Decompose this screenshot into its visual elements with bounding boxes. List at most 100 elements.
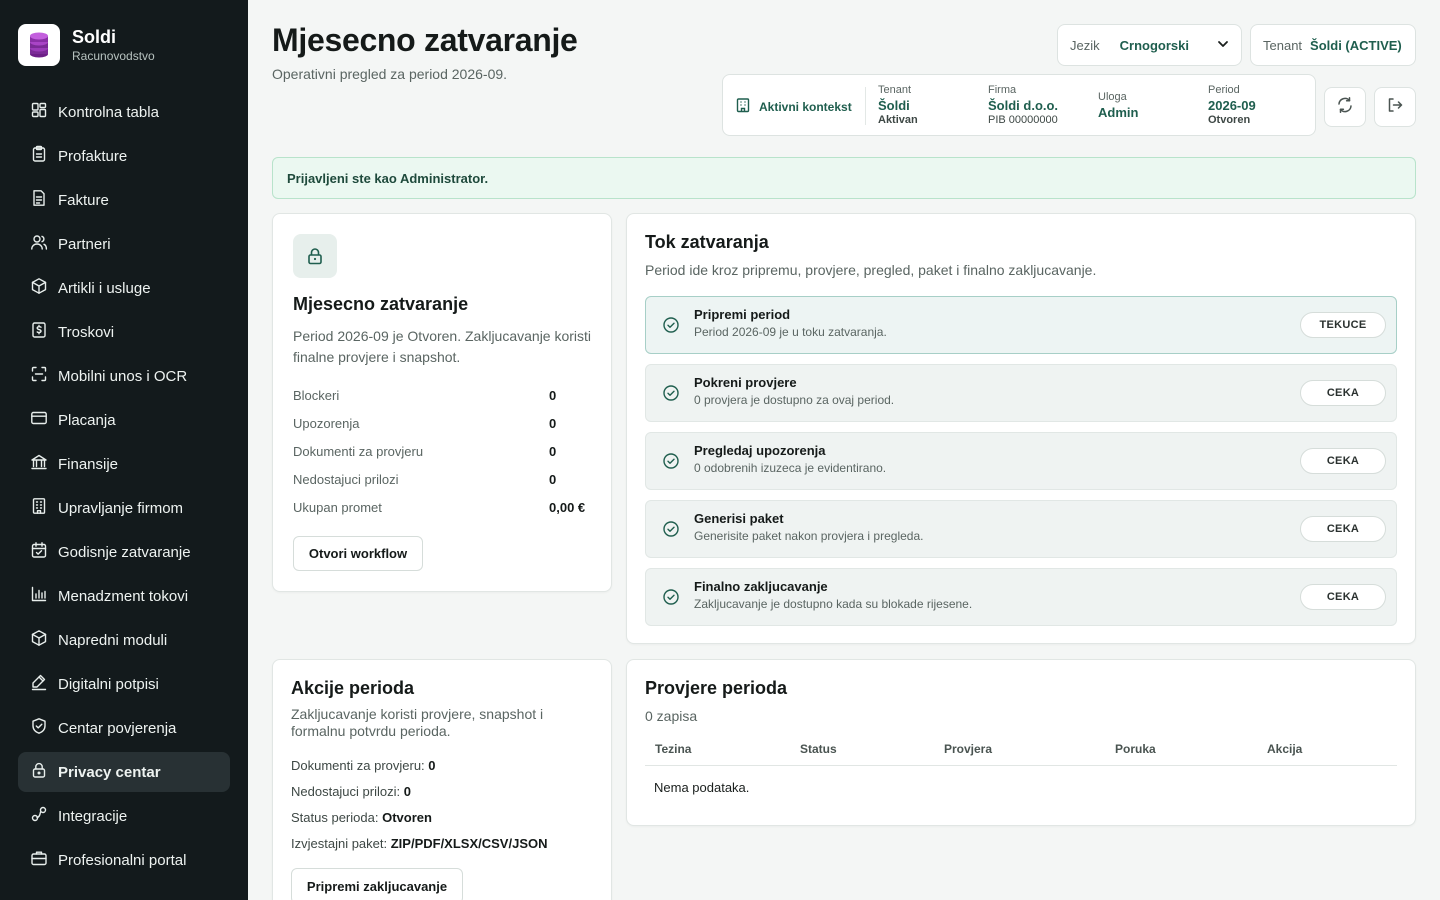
flow-step[interactable]: Finalno zakljucavanje Zakljucavanje je do… [645, 568, 1397, 626]
sidebar-item-digitalni-potpisi[interactable]: Digitalni potpisi [18, 664, 230, 704]
sidebar: Soldi Racunovodstvo Kontrolna tabla Profa… [0, 0, 248, 900]
summary-stat-row: Blockeri 0 [293, 388, 591, 403]
brand: Soldi Racunovodstvo [18, 24, 155, 66]
summary-title: Mjesecno zatvaranje [293, 294, 469, 314]
flow-step-status-badge: CEKA [1300, 380, 1386, 406]
sidebar-item-label: Integracije [58, 807, 128, 825]
language-select[interactable]: Jezik Crnogorski [1057, 24, 1242, 66]
logout-icon [1386, 96, 1404, 119]
sidebar-item-artikli-i-usluge[interactable]: Artikli i usluge [18, 268, 230, 308]
calendar-icon [30, 541, 58, 563]
column-header-tezina[interactable]: Tezina [655, 742, 691, 756]
sidebar-item-label: Privacy centar [58, 763, 161, 781]
action-item-value: 0 [403, 784, 411, 799]
stat-value: 0,00 € [549, 500, 586, 515]
sidebar-item-label: Profesionalni portal [58, 851, 187, 869]
column-header-akcija[interactable]: Akcija [1267, 742, 1302, 756]
stat-label: Dokumenti za provjeru [293, 444, 424, 459]
sidebar-item-placanja[interactable]: Placanja [18, 400, 230, 440]
brand-subtitle: Racunovodstvo [72, 49, 155, 63]
context-period-status: Otvoren [1208, 114, 1251, 126]
flow-step-description: Generisite paket nakon provjera i pregle… [694, 529, 924, 543]
sidebar-item-label: Profakture [58, 147, 128, 165]
summary-stat-row: Nedostajuci prilozi 0 [293, 472, 591, 487]
sidebar-item-mobilni-unos-i-ocr[interactable]: Mobilni unos i OCR [18, 356, 230, 396]
stat-value: 0 [549, 472, 557, 487]
sidebar-item-profakture[interactable]: Profakture [18, 136, 230, 176]
box-icon [30, 629, 58, 651]
lock-icon [293, 234, 337, 278]
flow-step-description: Zakljucavanje je dostupno kada su blokad… [694, 597, 973, 611]
stat-label: Ukupan promet [293, 500, 382, 515]
period-checks-card: Provjere perioda 0 zapisa Tezina Status … [626, 659, 1416, 826]
sidebar-item-finansije[interactable]: Finansije [18, 444, 230, 484]
logout-button[interactable] [1374, 87, 1416, 127]
checks-count: 0 zapisa [645, 708, 698, 724]
chevron-down-icon [1217, 38, 1229, 53]
summary-stat-row: Ukupan promet 0,00 € [293, 500, 591, 515]
period-action-item: Izvjestajni paket: ZIP/PDF/XLSX/CSV/JSON [291, 836, 548, 851]
stat-value: 0 [549, 416, 557, 431]
flow-step-status-badge: TEKUCE [1300, 312, 1386, 338]
sidebar-item-troskovi[interactable]: Troskovi [18, 312, 230, 352]
sidebar-item-integracije[interactable]: Integracije [18, 796, 230, 836]
flow-step-status-badge: CEKA [1300, 448, 1386, 474]
sidebar-item-menadzment-tokovi[interactable]: Menadzment tokovi [18, 576, 230, 616]
sidebar-item-godisnje-zatvaranje[interactable]: Godisnje zatvaranje [18, 532, 230, 572]
sidebar-item-label: Mobilni unos i OCR [58, 367, 188, 385]
period-action-item: Status perioda: Otvoren [291, 810, 432, 825]
sidebar-item-label: Artikli i usluge [58, 279, 151, 297]
closing-flow-card: Tok zatvaranja Period ide kroz pripremu,… [626, 213, 1416, 644]
sidebar-item-centar-povjerenja[interactable]: Centar povjerenja [18, 708, 230, 748]
action-item-label: Izvjestajni paket: [291, 836, 388, 851]
sidebar-item-napredni-moduli[interactable]: Napredni moduli [18, 620, 230, 660]
sidebar-item-label: Partneri [58, 235, 111, 253]
checks-title: Provjere perioda [645, 678, 788, 698]
refresh-button[interactable] [1324, 87, 1366, 127]
brand-name: Soldi [72, 27, 116, 47]
sidebar-item-profesionalni-portal[interactable]: Profesionalni portal [18, 840, 230, 880]
sidebar-item-label: Napredni moduli [58, 631, 168, 649]
actions-description: Zakljucavanje koristi provjere, snapshot… [291, 706, 544, 739]
check-circle-icon [662, 452, 680, 475]
tenant-select[interactable]: Tenant Šoldi (ACTIVE) [1250, 24, 1416, 66]
sidebar-item-label: Kontrolna tabla [58, 103, 159, 121]
flow-step[interactable]: Generisi paket Generisite paket nakon pro… [645, 500, 1397, 558]
flow-step-title: Pripremi period [694, 307, 791, 322]
sidebar-item-privacy-centar[interactable]: Privacy centar [18, 752, 230, 792]
summary-stat-row: Dokumenti za provjeru 0 [293, 444, 591, 459]
document-icon [30, 189, 58, 211]
prepare-lock-button[interactable]: Pripremi zakljucavanje [291, 868, 463, 900]
context-period-label: Period [1208, 84, 1240, 96]
stat-label: Upozorenja [293, 416, 360, 431]
sidebar-item-kontrolna-tabla[interactable]: Kontrolna tabla [18, 92, 230, 132]
stat-value: 0 [549, 388, 557, 403]
action-item-label: Nedostajuci prilozi: [291, 784, 401, 799]
flow-step-title: Pregledaj upozorenja [694, 443, 826, 458]
column-header-status[interactable]: Status [800, 742, 837, 756]
flow-step[interactable]: Pregledaj upozorenja 0 odobrenih izuzeca … [645, 432, 1397, 490]
action-item-value: 0 [428, 758, 436, 773]
flow-step[interactable]: Pokreni provjere 0 provjera je dostupno z… [645, 364, 1397, 422]
flow-step-title: Finalno zakljucavanje [694, 579, 828, 594]
check-circle-icon [662, 588, 680, 611]
sidebar-item-label: Troskovi [58, 323, 115, 341]
sidebar-item-upravljanje-firmom[interactable]: Upravljanje firmom [18, 488, 230, 528]
flow-step-title: Generisi paket [694, 511, 784, 526]
sidebar-item-fakture[interactable]: Fakture [18, 180, 230, 220]
action-item-label: Dokumenti za provjeru: [291, 758, 425, 773]
column-header-provjera[interactable]: Provjera [944, 742, 992, 756]
lock-icon [30, 761, 58, 783]
flow-description: Period ide kroz pripremu, provjere, preg… [645, 262, 1097, 278]
flow-step-status-badge: CEKA [1300, 584, 1386, 610]
building-icon [735, 97, 759, 116]
sidebar-item-label: Upravljanje firmom [58, 499, 184, 517]
check-circle-icon [662, 384, 680, 407]
open-workflow-button[interactable]: Otvori workflow [293, 536, 423, 571]
column-header-poruka[interactable]: Poruka [1115, 742, 1156, 756]
refresh-icon [1336, 96, 1354, 119]
flow-step[interactable]: Pripremi period Period 2026-09 je u toku … [645, 296, 1397, 354]
sidebar-item-partneri[interactable]: Partneri [18, 224, 230, 264]
context-uloga-label: Uloga [1098, 91, 1127, 103]
summary-description: Period 2026-09 je Otvoren. Zakljucavanje… [293, 328, 592, 365]
